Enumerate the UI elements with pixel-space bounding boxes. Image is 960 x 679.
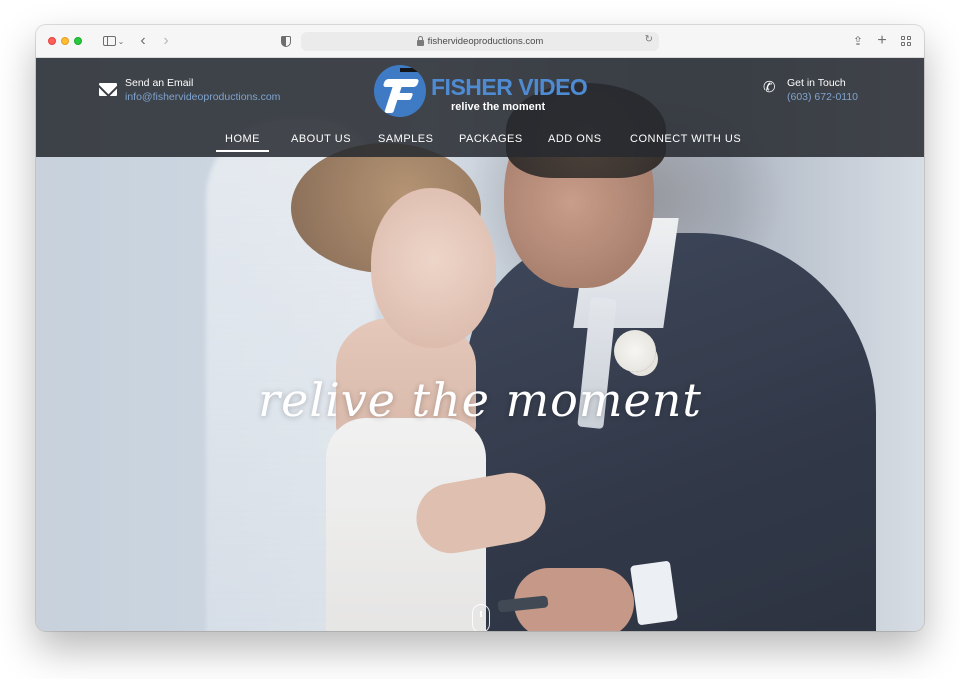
phone-label: Get in Touch xyxy=(787,77,846,89)
address-bar[interactable]: fishervideoproductions.com ↻ xyxy=(301,32,659,51)
browser-toolbar: ⌄ ‹ › fishervideoproductions.com ↻ ⇪ + xyxy=(36,25,924,58)
nav-item-about-us[interactable]: ABOUT US xyxy=(291,132,351,146)
email-label: Send an Email xyxy=(125,77,194,89)
email-link[interactable]: info@fishervideoproductions.com xyxy=(125,90,280,104)
email-contact[interactable]: Send an Email info@fishervideoproduction… xyxy=(99,77,280,104)
logo-mark xyxy=(374,65,426,117)
nav-item-packages[interactable]: PACKAGES xyxy=(459,132,523,146)
share-icon[interactable]: ⇪ xyxy=(851,33,865,49)
minimize-window-button[interactable] xyxy=(61,37,69,45)
logo-name: FISHER VIDEO xyxy=(431,74,588,100)
chevron-right-icon[interactable]: › xyxy=(159,32,173,49)
plus-icon[interactable]: + xyxy=(875,32,889,49)
nav-item-add-ons[interactable]: ADD ONS xyxy=(548,132,602,146)
nav-item-connect-with-us[interactable]: CONNECT WITH US xyxy=(630,132,741,146)
site-logo[interactable]: FISHER VIDEO relive the moment xyxy=(373,65,593,117)
envelope-icon xyxy=(99,83,117,96)
grid-icon[interactable] xyxy=(899,33,913,49)
zoom-window-button[interactable] xyxy=(74,37,82,45)
mouse-scroll-icon[interactable] xyxy=(472,604,490,631)
lock-icon xyxy=(416,35,424,46)
phone-contact[interactable]: ✆ Get in Touch (603) 672-0110 xyxy=(763,77,858,104)
shield-icon[interactable] xyxy=(279,33,293,49)
phone-link[interactable]: (603) 672-0110 xyxy=(787,90,858,104)
chevron-left-icon[interactable]: ‹ xyxy=(136,32,150,49)
close-window-button[interactable] xyxy=(48,37,56,45)
nav-item-samples[interactable]: SAMPLES xyxy=(378,132,433,146)
phone-icon: ✆ xyxy=(763,79,776,96)
chevron-down-icon[interactable]: ⌄ xyxy=(116,33,126,49)
url-text: fishervideoproductions.com xyxy=(427,36,544,47)
reload-icon[interactable]: ↻ xyxy=(645,34,653,45)
browser-window: ⌄ ‹ › fishervideoproductions.com ↻ ⇪ + r… xyxy=(36,25,924,631)
hero-tagline: relive the moment xyxy=(258,373,702,427)
site-header: Send an Email info@fishervideoproduction… xyxy=(36,58,924,157)
nav-item-home[interactable]: HOME xyxy=(216,132,269,152)
web-page: relive the moment Send an Email info@fis… xyxy=(36,58,924,631)
logo-tagline: relive the moment xyxy=(451,101,546,113)
main-nav: HOME ABOUT US SAMPLES PACKAGES ADD ONS C… xyxy=(36,132,924,152)
